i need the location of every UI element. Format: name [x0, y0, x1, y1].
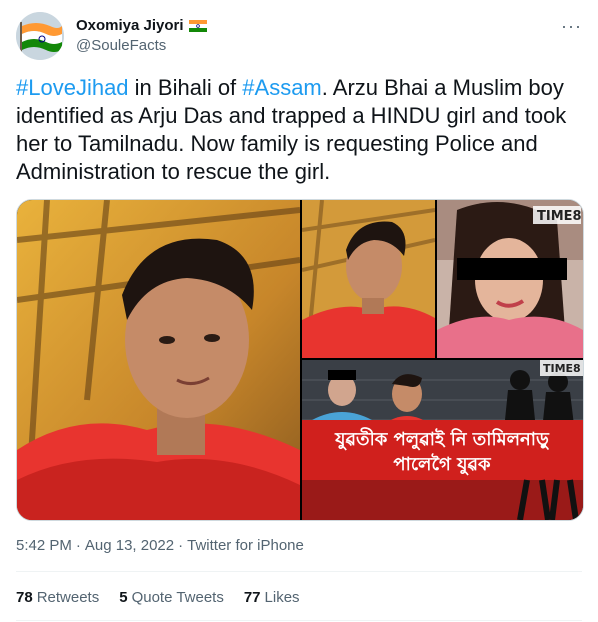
india-flag-icon [188, 20, 207, 32]
tweet-date[interactable]: Aug 13, 2022 [85, 537, 174, 554]
media-photo-2[interactable] [301, 200, 436, 359]
quote-tweets-count: 5 [119, 589, 128, 606]
headline-line-1: যুৱতীক পলুৱাই নি তামিলনাড়ু [334, 427, 550, 450]
hashtag-assam[interactable]: #Assam [242, 75, 321, 100]
divider [16, 571, 582, 572]
quote-tweets-label: Quote Tweets [131, 589, 224, 606]
news-graphic: TIME8 যুৱতীক পলুৱাই নি তামিলনাড়ু পালেগৈ… [302, 360, 583, 520]
likes-stat[interactable]: 77 Likes [244, 588, 300, 608]
photo-portrait-boy [17, 200, 301, 520]
retweets-count: 78 [16, 589, 33, 606]
retweets-label: Retweets [36, 589, 100, 606]
tweet-header: Oxomiya Jiyori @SouleFacts ··· [16, 12, 582, 62]
tweet-text: #LoveJihad in Bihali of #Assam. Arzu Bha… [16, 74, 586, 186]
media-photo-4[interactable]: TIME8 যুৱতীক পলুৱাই নি তামিলনাড়ু পালেগৈ… [302, 360, 583, 520]
media-grid: TIME8 TIME8 যুৱতীক পলুৱাই নি তামিলনাড়ু … [16, 199, 584, 521]
watermark-time8: TIME8 [543, 362, 581, 375]
headline-line-2: পালেগৈ যুৱক [393, 453, 492, 475]
tweet-meta: 5:42 PM · Aug 13, 2022 · Twitter for iPhone [16, 536, 304, 556]
hashtag-lovejihad[interactable]: #LoveJihad [16, 75, 129, 100]
photo-girl-blurred: TIME8 [437, 200, 583, 358]
retweets-stat[interactable]: 78 Retweets [16, 588, 99, 608]
tweet-source[interactable]: Twitter for iPhone [187, 537, 304, 554]
watermark-time8: TIME8 [537, 209, 582, 224]
divider [16, 620, 582, 621]
quote-tweets-stat[interactable]: 5 Quote Tweets [119, 588, 224, 608]
media-photo-3[interactable]: TIME8 [437, 200, 583, 358]
tweet-time[interactable]: 5:42 PM [16, 537, 72, 554]
censor-bar [457, 258, 567, 280]
engagement-stats: 78 Retweets 5 Quote Tweets 77 Likes [16, 588, 300, 608]
separator: · [178, 537, 184, 554]
avatar[interactable] [16, 12, 64, 60]
author-handle[interactable]: @SouleFacts [76, 36, 207, 56]
separator: · [75, 537, 81, 554]
likes-label: Likes [264, 589, 300, 606]
media-photo-1[interactable] [17, 200, 301, 520]
more-options-icon[interactable]: ··· [561, 16, 582, 37]
tweet-text-segment: in Bihali of [128, 75, 243, 100]
avatar-image [16, 12, 64, 60]
author-display-name[interactable]: Oxomiya Jiyori [76, 16, 184, 36]
author-name-row[interactable]: Oxomiya Jiyori [76, 16, 207, 36]
likes-count: 77 [243, 589, 261, 606]
photo-boy-small [301, 200, 436, 359]
author-block: Oxomiya Jiyori @SouleFacts [76, 16, 207, 56]
